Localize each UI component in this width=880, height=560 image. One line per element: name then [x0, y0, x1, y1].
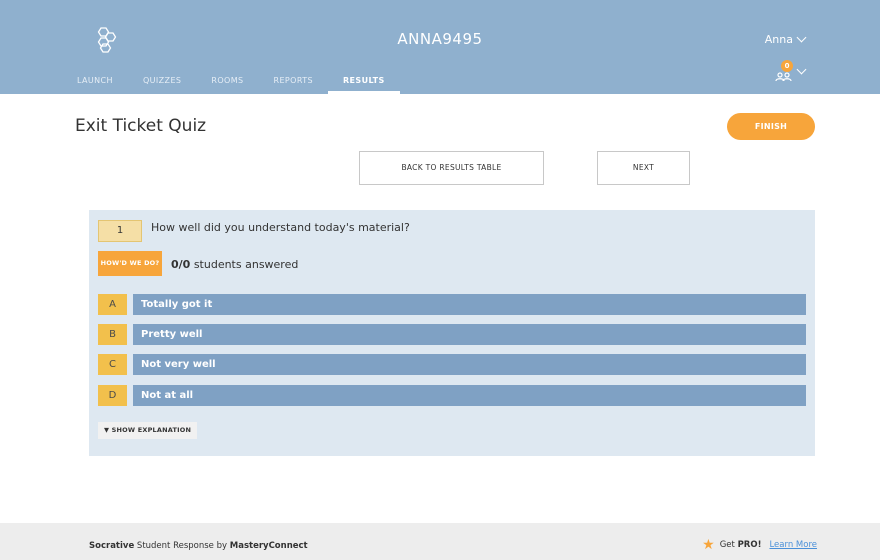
chevron-down-icon [796, 64, 807, 74]
answer-bar: Pretty well [133, 324, 806, 345]
notification-badge: 0 [781, 60, 793, 72]
room-name: ANNA9495 [397, 30, 483, 48]
nav-reports[interactable]: REPORTS [259, 72, 328, 94]
footer-brand: Socrative [89, 541, 135, 551]
get-pro-text: Get PRO! [720, 540, 762, 550]
answer-bar: Not at all [133, 385, 806, 406]
main-nav: LAUNCH QUIZZES ROOMS REPORTS RESULTS [75, 72, 400, 94]
footer-credit: Socrative Student Response by MasteryCon… [89, 541, 308, 551]
show-explanation-button[interactable]: ▼ SHOW EXPLANATION [98, 422, 198, 439]
finish-button[interactable]: FINISH [727, 113, 815, 140]
footer-middle: Student Response by [134, 541, 230, 551]
notifications-menu[interactable]: 0 [775, 60, 807, 82]
chevron-down-icon [796, 32, 807, 43]
answer-letter: C [98, 354, 127, 375]
question-text: How well did you understand today's mate… [151, 221, 410, 234]
answer-row: C Not very well [98, 354, 806, 375]
answer-row: A Totally got it [98, 294, 806, 315]
footer: Socrative Student Response by MasteryCon… [0, 523, 880, 560]
back-to-results-button[interactable]: BACK TO RESULTS TABLE [359, 151, 544, 185]
nav-rooms[interactable]: ROOMS [196, 72, 258, 94]
nav-launch[interactable]: LAUNCH [75, 72, 128, 94]
students-icon [775, 72, 792, 82]
nav-quizzes[interactable]: QUIZZES [128, 72, 196, 94]
answer-letter: D [98, 385, 127, 406]
answer-bar: Not very well [133, 354, 806, 375]
user-menu[interactable]: Anna [764, 32, 807, 46]
howd-we-do-button[interactable]: HOW'D WE DO? [98, 251, 162, 276]
footer-company: MasteryConnect [229, 541, 308, 551]
question-number: 1 [98, 220, 142, 242]
answer-letter: B [98, 324, 127, 345]
pro-label: PRO! [737, 540, 762, 550]
answer-letter: A [98, 294, 127, 315]
next-button[interactable]: NEXT [597, 151, 690, 185]
answered-suffix: students answered [190, 258, 299, 271]
answer-row: B Pretty well [98, 324, 806, 345]
user-menu-label: Anna [764, 33, 793, 46]
answered-count: 0/0 [171, 258, 191, 271]
star-icon: ★ [702, 537, 715, 553]
footer-pro: ★ Get PRO! Learn More [702, 537, 817, 553]
students-answered: 0/0 students answered [171, 258, 298, 271]
learn-more-link[interactable]: Learn More [769, 540, 817, 550]
nav-results[interactable]: RESULTS [328, 72, 400, 94]
get-label: Get [719, 540, 738, 550]
answer-row: D Not at all [98, 385, 806, 406]
question-panel: 1 How well did you understand today's ma… [89, 210, 815, 456]
quiz-title: Exit Ticket Quiz [75, 116, 207, 136]
answer-bar: Totally got it [133, 294, 806, 315]
top-header: ANNA9495 Anna LAUNCH QUIZZES ROOMS REPOR… [0, 0, 880, 94]
